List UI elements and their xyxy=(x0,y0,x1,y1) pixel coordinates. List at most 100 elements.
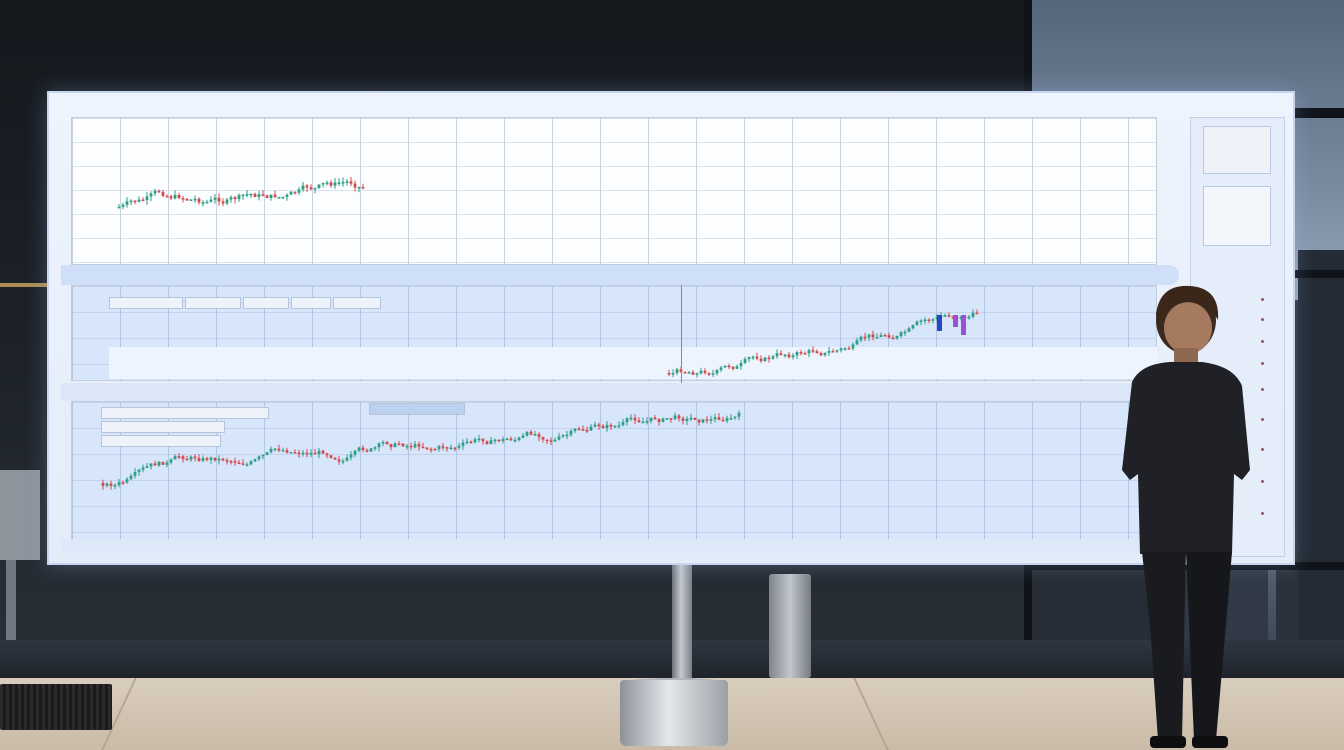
candle-body xyxy=(249,461,253,465)
candle-body xyxy=(637,420,641,423)
candle-body xyxy=(671,373,675,375)
candle-body xyxy=(827,351,831,353)
candle-body xyxy=(687,372,691,374)
candle-body xyxy=(509,438,513,441)
candle-body xyxy=(505,438,509,441)
candle-body xyxy=(549,440,553,442)
candle-body xyxy=(237,462,241,464)
chip xyxy=(185,297,241,309)
candle-body xyxy=(173,194,177,199)
floor-mat xyxy=(0,684,112,730)
candle-body xyxy=(907,328,911,332)
building xyxy=(1298,250,1344,670)
candle-body xyxy=(903,331,907,334)
candle-body xyxy=(859,336,863,341)
candle-body xyxy=(815,351,819,354)
candle-body xyxy=(385,441,389,445)
candle-body xyxy=(669,418,673,420)
candle-body xyxy=(145,466,149,468)
candle-body xyxy=(943,315,947,317)
candle-body xyxy=(553,439,557,442)
person-right-leg xyxy=(1186,552,1232,740)
candle-body xyxy=(325,182,329,184)
candle-body xyxy=(429,448,433,451)
candle-body xyxy=(613,425,617,428)
candle-body xyxy=(249,193,253,196)
candle-body xyxy=(783,354,787,357)
candle-body xyxy=(189,456,193,460)
chip xyxy=(243,297,289,309)
candle-body xyxy=(775,353,779,357)
candle-body xyxy=(729,418,733,420)
candle-body xyxy=(493,439,497,442)
candle-body xyxy=(353,183,357,188)
candle-body xyxy=(521,435,525,438)
candle-body xyxy=(269,194,273,198)
candle-body xyxy=(101,483,105,486)
candle-body xyxy=(705,419,709,421)
candle-body xyxy=(807,350,811,354)
candle-body xyxy=(731,366,735,369)
candle-body xyxy=(919,320,923,323)
candle-body xyxy=(257,194,261,197)
candle-body xyxy=(285,450,289,453)
screen-stand-base xyxy=(620,680,728,746)
candle-body xyxy=(201,202,205,204)
candle-body xyxy=(205,201,209,204)
candle-body xyxy=(297,452,301,455)
candle-body xyxy=(537,434,541,438)
candle-body xyxy=(831,351,835,353)
candle-body xyxy=(601,425,605,429)
candle-body xyxy=(397,443,401,446)
candle-body xyxy=(225,460,229,462)
bottom-candlestick-chart xyxy=(101,410,741,490)
candle-body xyxy=(345,181,349,183)
candle-body xyxy=(657,419,661,422)
candle-body xyxy=(177,456,181,458)
candle-body xyxy=(369,448,373,452)
candle-body xyxy=(349,454,353,458)
candle-body xyxy=(149,193,153,197)
candle-body xyxy=(533,434,537,436)
candle-body xyxy=(723,365,727,368)
candle-body xyxy=(413,444,417,448)
candle-body xyxy=(673,415,677,420)
candle-body xyxy=(309,187,313,190)
candle-body xyxy=(265,452,269,455)
candle-body xyxy=(649,417,653,422)
accent-marker xyxy=(953,315,958,327)
candle-body xyxy=(733,416,737,419)
person-silhouette xyxy=(1122,285,1250,748)
candle-body xyxy=(253,459,257,462)
candle-body xyxy=(301,452,305,455)
candle-body xyxy=(361,186,365,189)
wall-light xyxy=(0,283,48,287)
candle-body xyxy=(389,444,393,448)
candle-body xyxy=(153,190,157,194)
candle-body xyxy=(689,417,693,420)
candle-body xyxy=(621,422,625,426)
candle-body xyxy=(149,463,153,467)
candle-body xyxy=(525,431,529,436)
candle-body xyxy=(449,447,453,450)
middle-candlestick-chart xyxy=(667,309,979,378)
candle-body xyxy=(321,450,325,454)
candle-body xyxy=(453,447,457,450)
candle-body xyxy=(133,471,137,476)
candle-body xyxy=(289,191,293,195)
candle-body xyxy=(237,195,241,200)
candle-body xyxy=(421,446,425,449)
candle-body xyxy=(947,315,951,317)
candle-body xyxy=(125,201,129,205)
candle-body xyxy=(241,194,245,197)
candle-body xyxy=(665,418,669,420)
candle-body xyxy=(653,417,657,420)
candle-body xyxy=(529,431,533,435)
candle-body xyxy=(779,353,783,355)
side-fixture xyxy=(0,470,40,560)
candle-body xyxy=(121,204,125,207)
candle-body xyxy=(911,325,915,329)
candle-body xyxy=(189,199,193,202)
candle-body xyxy=(245,464,249,466)
candle-body xyxy=(209,457,213,460)
